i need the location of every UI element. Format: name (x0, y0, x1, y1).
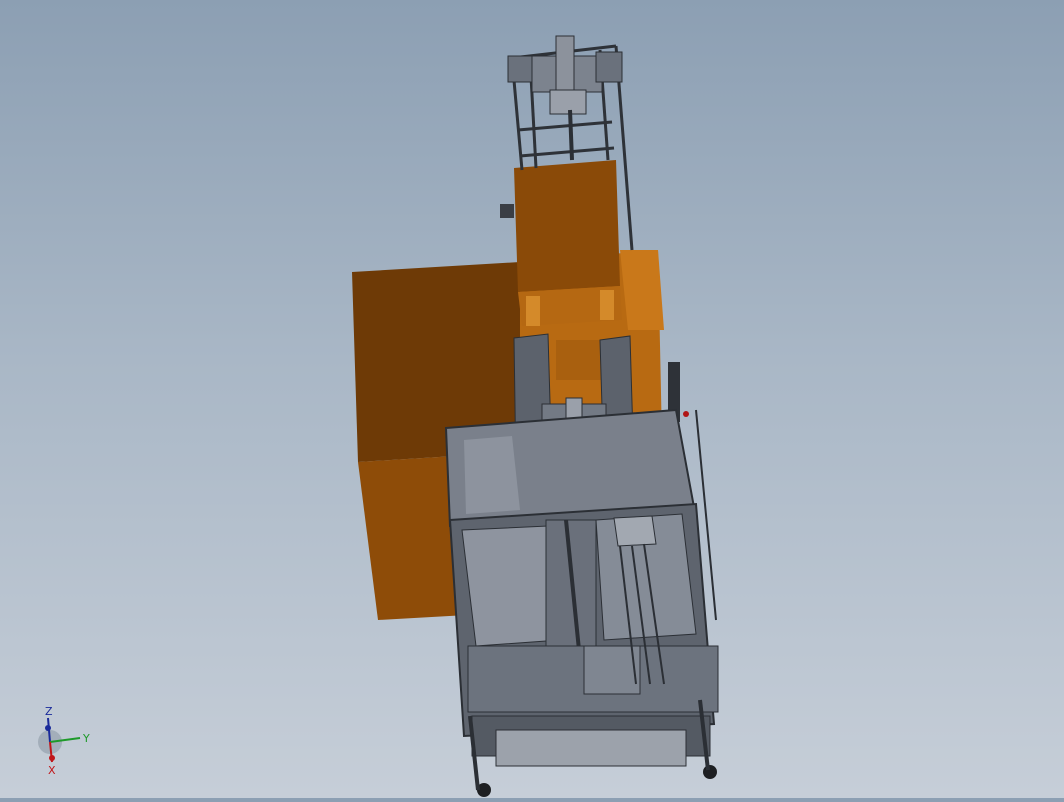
reference-triad: Z Y X (30, 705, 100, 777)
lower-frame[interactable] (444, 408, 719, 797)
machine-model[interactable] (0, 0, 1064, 798)
x-axis-label: X (48, 764, 56, 776)
z-axis-label: Z (45, 706, 53, 718)
graphics-viewport[interactable]: Z Y X (0, 0, 1064, 798)
y-axis-label: Y (82, 732, 90, 745)
